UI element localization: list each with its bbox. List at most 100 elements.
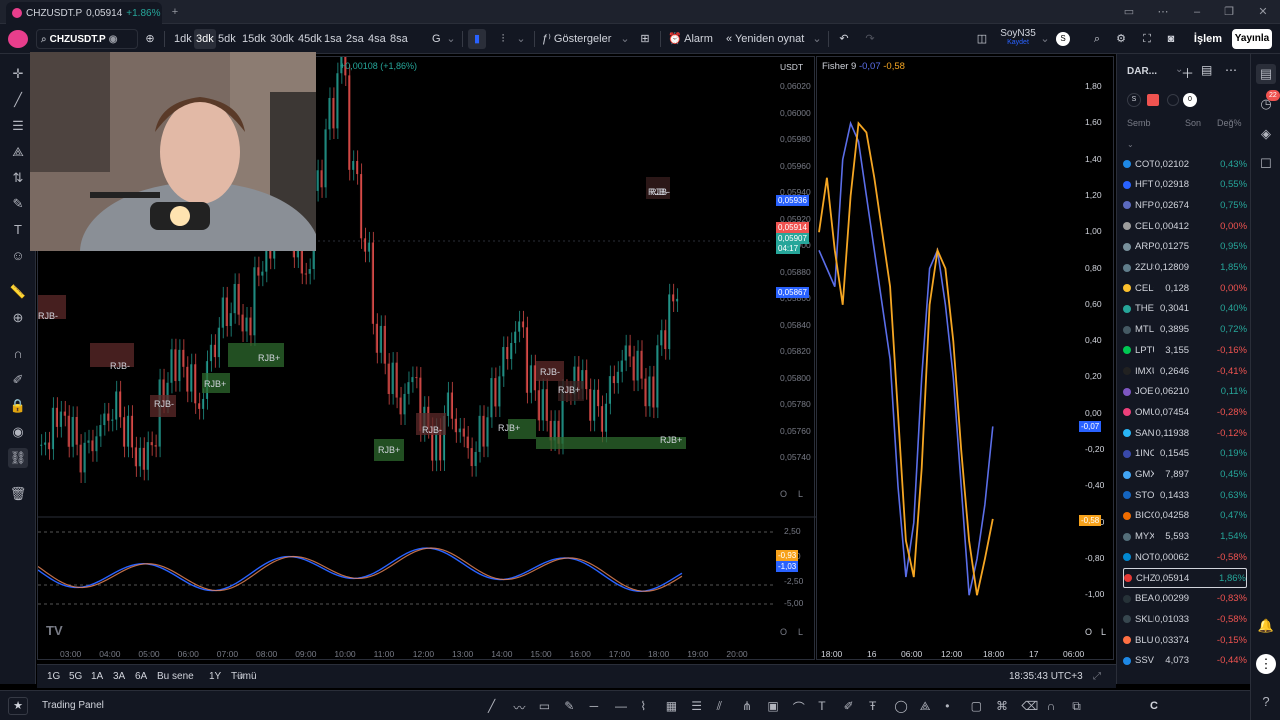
- scale-log-button[interactable]: L: [798, 489, 803, 499]
- trash-icon[interactable]: 🗑: [8, 484, 28, 504]
- rect-icon[interactable]: ▭: [539, 699, 550, 713]
- filter-dot-icon[interactable]: [1167, 94, 1179, 106]
- range-3A[interactable]: 3A: [113, 669, 125, 685]
- side-panel-c-label[interactable]: C: [1150, 700, 1158, 712]
- trend-line-icon[interactable]: ╱: [488, 699, 495, 713]
- watchlist-row[interactable]: ARPA0,01275 0,95%: [1123, 237, 1247, 257]
- star-icon[interactable]: ★: [8, 697, 28, 715]
- publish-button[interactable]: Yayınla: [1232, 29, 1272, 49]
- emoji-icon[interactable]: ☺: [8, 246, 28, 266]
- pencil-lock-icon[interactable]: ✐: [8, 370, 28, 390]
- osc-scale-auto-button[interactable]: O: [780, 627, 787, 637]
- layout-icon[interactable]: ◫: [972, 29, 992, 49]
- watchlist-row[interactable]: GMX 7,897 0,45%: [1123, 465, 1247, 485]
- layout-dropdown-icon[interactable]: ⌄: [1040, 29, 1050, 49]
- avatar[interactable]: [8, 30, 28, 48]
- watchlist-row[interactable]: JOEU0,06210 0,11%: [1123, 382, 1247, 402]
- pattern-icon[interactable]: ⟁: [920, 699, 931, 714]
- interval-4sa[interactable]: 4sa: [366, 29, 388, 49]
- add-symbol-icon[interactable]: ＋: [1181, 63, 1195, 82]
- text-icon[interactable]: T: [818, 699, 825, 713]
- magnet-icon[interactable]: ∩: [8, 344, 28, 364]
- chat-icon[interactable]: ☐: [1256, 154, 1276, 174]
- watchlist-row[interactable]: SSVL 4,073 -0,44%: [1123, 651, 1247, 671]
- apps-grid-icon[interactable]: ⋮: [1256, 654, 1276, 674]
- col-symbol-header[interactable]: Semb: [1127, 118, 1151, 128]
- watchlist-row[interactable]: MYXI 5,593 1,54%: [1123, 527, 1247, 547]
- interval-5dk[interactable]: 5dk: [216, 29, 238, 49]
- trading-panel-tab[interactable]: Trading Panel: [42, 700, 104, 711]
- indicators-dropdown-icon[interactable]: ⌄: [620, 29, 630, 49]
- range-Bu sene[interactable]: Bu sene: [157, 669, 194, 685]
- link-icon[interactable]: ⛓: [8, 448, 28, 468]
- interval-2sa[interactable]: 2sa: [344, 29, 366, 49]
- settings-gear-icon[interactable]: ⚙: [1112, 29, 1130, 49]
- filter-red-flag-icon[interactable]: [1147, 94, 1159, 106]
- interval-30dk[interactable]: 30dk: [268, 29, 296, 49]
- text-tool-icon[interactable]: T: [8, 220, 28, 240]
- fisher-chart-svg[interactable]: [817, 57, 1115, 661]
- col-last-header[interactable]: Son: [1185, 118, 1201, 128]
- trade-button[interactable]: İşlem: [1192, 29, 1224, 49]
- path-icon[interactable]: ✎: [564, 699, 574, 713]
- undo-icon[interactable]: ↶: [836, 29, 852, 49]
- clock-timezone[interactable]: 18:35:43 UTC+3: [1009, 669, 1083, 685]
- goto-date-icon[interactable]: ⇥: [235, 669, 243, 685]
- eye-icon[interactable]: ◉: [109, 34, 118, 45]
- watchlist-layout-icon[interactable]: ▤: [1201, 63, 1212, 77]
- indicators-button[interactable]: ƒ⁾ Göstergeler: [542, 29, 626, 49]
- candles-chart-type-icon[interactable]: ▮: [468, 29, 486, 49]
- chart-type-icon[interactable]: ⫶: [494, 29, 512, 49]
- close-window-icon[interactable]: ✕: [1254, 4, 1272, 20]
- browser-tab[interactable]: CHZUSDT.P 0,05914 +1.86% ✕: [6, 2, 162, 24]
- minimize-icon[interactable]: –: [1188, 4, 1206, 20]
- watchlist-title[interactable]: DAR...: [1127, 66, 1157, 77]
- fisher-legend[interactable]: Fisher 9 -0,07 -0,58: [822, 61, 905, 72]
- range-1Y[interactable]: 1Y: [209, 669, 221, 685]
- restore-icon[interactable]: ❐: [1220, 4, 1238, 20]
- range-5G[interactable]: 5G: [69, 669, 82, 685]
- hline-icon[interactable]: —: [615, 699, 627, 713]
- section-collapse-icon[interactable]: ⌄: [1127, 140, 1134, 149]
- interval-dropdown-icon[interactable]: ⌄: [446, 29, 456, 49]
- watchlist-row[interactable]: BLUR0,03374 -0,15%: [1123, 630, 1247, 650]
- watchlist-row[interactable]: SKLL0,01033 -0,58%: [1123, 609, 1247, 629]
- osc-scale-log-button[interactable]: L: [798, 627, 803, 637]
- watchlist-row[interactable]: BICO0,04258 0,47%: [1123, 506, 1247, 526]
- watchlist-row[interactable]: IMXU 0,2646 -0,41%: [1123, 361, 1247, 381]
- interval-8sa[interactable]: 8sa: [388, 29, 410, 49]
- interval-3dk[interactable]: 3dk: [194, 29, 216, 49]
- fisher-pane[interactable]: Fisher 9 -0,07 -0,58 1,80 1,60 1,40 1,20 1,0…: [816, 56, 1114, 660]
- compare-add-icon[interactable]: ⊕: [142, 29, 158, 49]
- range-1A[interactable]: 1A: [91, 669, 103, 685]
- camera-icon[interactable]: ◙: [1162, 29, 1180, 49]
- visibility-icon[interactable]: ◉: [8, 422, 28, 442]
- box-icon[interactable]: ▣: [767, 699, 778, 713]
- multi-line-icon[interactable]: 〰: [513, 699, 525, 716]
- channel-icon[interactable]: ⫽: [717, 699, 722, 714]
- replay-dropdown-icon[interactable]: ⌄: [812, 29, 822, 49]
- watchlist-row[interactable]: SAND0,11938 -0,12%: [1123, 423, 1247, 443]
- watchlist-row[interactable]: THET 0,3041 0,40%: [1123, 299, 1247, 319]
- filter-zero[interactable]: 0: [1183, 93, 1197, 107]
- magnet-icon[interactable]: ∩: [1047, 699, 1056, 713]
- path2-icon[interactable]: ⌘: [996, 699, 1008, 713]
- anchored-text-icon[interactable]: Ŧ: [869, 699, 876, 713]
- layers-icon[interactable]: ◈: [1256, 124, 1276, 144]
- interval-45dk[interactable]: 45dk: [296, 29, 324, 49]
- watchlist-row[interactable]: NFPI0,02674 0,75%: [1123, 195, 1247, 215]
- grid-icon[interactable]: ▦: [666, 699, 677, 713]
- new-tab-button[interactable]: +: [166, 4, 184, 20]
- interval-1sa[interactable]: 1sa: [322, 29, 344, 49]
- quick-search-icon[interactable]: ⌕: [1088, 29, 1106, 49]
- bell-icon[interactable]: 🔔: [1256, 616, 1276, 636]
- watchlist-row[interactable]: MTLI 0,3895 0,72%: [1123, 320, 1247, 340]
- interval-15dk[interactable]: 15dk: [240, 29, 268, 49]
- cast-icon[interactable]: ▭: [1120, 4, 1138, 20]
- range-6A[interactable]: 6A: [135, 669, 147, 685]
- interval-G[interactable]: G: [430, 29, 443, 49]
- currency-label[interactable]: USDT: [780, 62, 803, 72]
- scale-auto-button[interactable]: O: [780, 489, 787, 499]
- watchlist-row[interactable]: STOR 0,1433 0,63%: [1123, 485, 1247, 505]
- layout-badge[interactable]: S: [1056, 32, 1070, 46]
